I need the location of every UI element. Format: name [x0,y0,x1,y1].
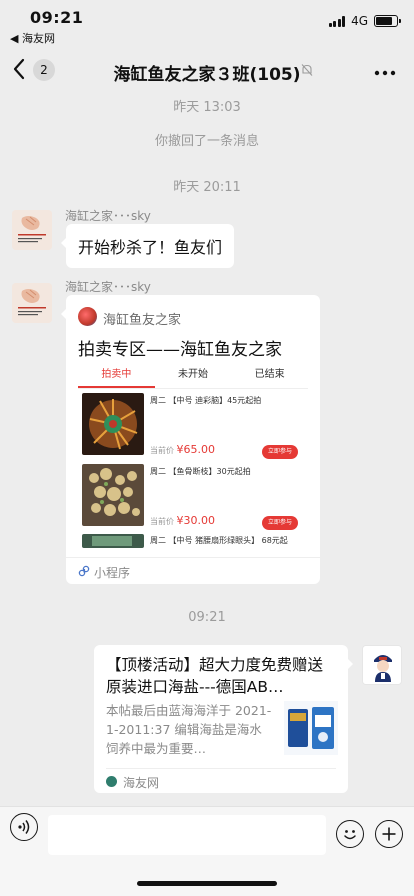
text-message-bubble[interactable]: 开始秒杀了！鱼友们 [60,224,235,268]
emoji-icon [344,830,356,840]
link-card-thumbnail [284,701,338,755]
signal-icon [328,15,346,27]
lot-description: 周二 【中号 猪腰扇形绿眼头】 68元起 [150,536,288,545]
back-button[interactable] [12,58,34,82]
my-avatar[interactable] [362,645,402,685]
sender-name: 海缸之家･･･sky [65,209,151,223]
message-input[interactable] [48,815,326,855]
more-button[interactable] [374,60,396,81]
bid-now-button: 立即参与 [262,516,298,530]
coral-image [82,464,144,526]
divider [106,768,336,769]
mini-program-preview: 拍卖中 未开始 已结束 周二 【中号 迪彩脑】45元起拍 当前价 ¥65.00 … [78,365,308,549]
link-card-description: 本帖最后由蓝海海洋于 2021-1-2011:37 编辑海盐是海水饲养中最为重要… [106,703,272,756]
lot-description: 周二 【鱼骨断枝】30元起拍 [150,467,251,476]
avatar-image [363,646,401,684]
voice-icon [18,820,30,834]
tab-ended: 已结束 [254,369,285,380]
auction-tabs: 拍卖中 未开始 已结束 [78,365,308,389]
status-indicators: 4G [328,14,401,28]
link-card-title: 【顶楼活动】超大力度免费赠送原装进口海盐---德国AB… [106,656,324,696]
link-card-source: 海友网 [123,776,160,790]
mute-bell-icon [301,64,313,76]
sender-avatar[interactable] [12,283,52,323]
mini-program-logo [78,307,97,326]
sender-name: 海缸之家･･･sky [65,280,151,294]
mini-program-label: 小程序 [94,566,131,580]
tab-live: 拍卖中 [78,365,155,388]
avatar-image [12,283,52,323]
recall-notice: 你撤回了一条消息 [154,134,259,149]
sender-avatar[interactable] [12,210,52,250]
more-dots-icon [374,70,396,76]
battery-icon [374,15,401,27]
mini-program-name: 海缸鱼友之家 [103,313,182,328]
network-type: 4G [351,14,368,28]
timestamp-divider: 昨天 20:11 [173,180,241,195]
mini-program-title: 拍卖专区——海缸鱼友之家 [78,340,282,360]
plus-button[interactable] [375,820,403,848]
lot-item: 周二 【鱼骨断枝】30元起拍 当前价 ¥30.00 立即参与 [78,462,308,532]
lot-price: 当前价 ¥30.00 [150,514,216,527]
lot-price: 当前价 ¥65.00 [150,443,216,456]
chevron-left-icon [13,58,25,80]
lot-description: 周二 【中号 迪彩脑】45元起拍 [150,396,262,405]
back-to-app-link[interactable]: ◀ 海友网 [10,30,55,46]
avatar-image [12,210,52,250]
home-indicator[interactable] [137,881,277,886]
link-card-message[interactable]: 【顶楼活动】超大力度免费赠送原装进口海盐---德国AB… 本帖最后由蓝海海洋于 … [94,645,353,793]
plus-icon [382,827,396,841]
mini-program-icon [78,565,90,577]
unread-count-badge[interactable]: 2 [33,59,55,81]
lot-item: 周二 【中号 迪彩脑】45元起拍 当前价 ¥65.00 立即参与 [78,391,308,461]
coral-image [82,534,144,548]
emoji-button[interactable] [336,820,364,848]
coral-image [82,393,144,455]
mini-program-card[interactable]: 海缸鱼友之家 拍卖专区——海缸鱼友之家 拍卖中 未开始 已结束 周二 【中号 迪… [61,295,320,584]
source-site-icon [106,776,117,787]
timestamp-divider: 昨天 13:03 [173,100,241,115]
status-time: 09:21 [30,8,84,27]
voice-button[interactable] [10,813,38,841]
timestamp-divider: 09:21 [188,610,226,625]
divider [66,557,320,558]
bid-now-button: 立即参与 [262,445,298,459]
lot-item: 周二 【中号 猪腰扇形绿眼头】 68元起 [78,533,308,549]
tab-upcoming: 未开始 [178,369,208,380]
